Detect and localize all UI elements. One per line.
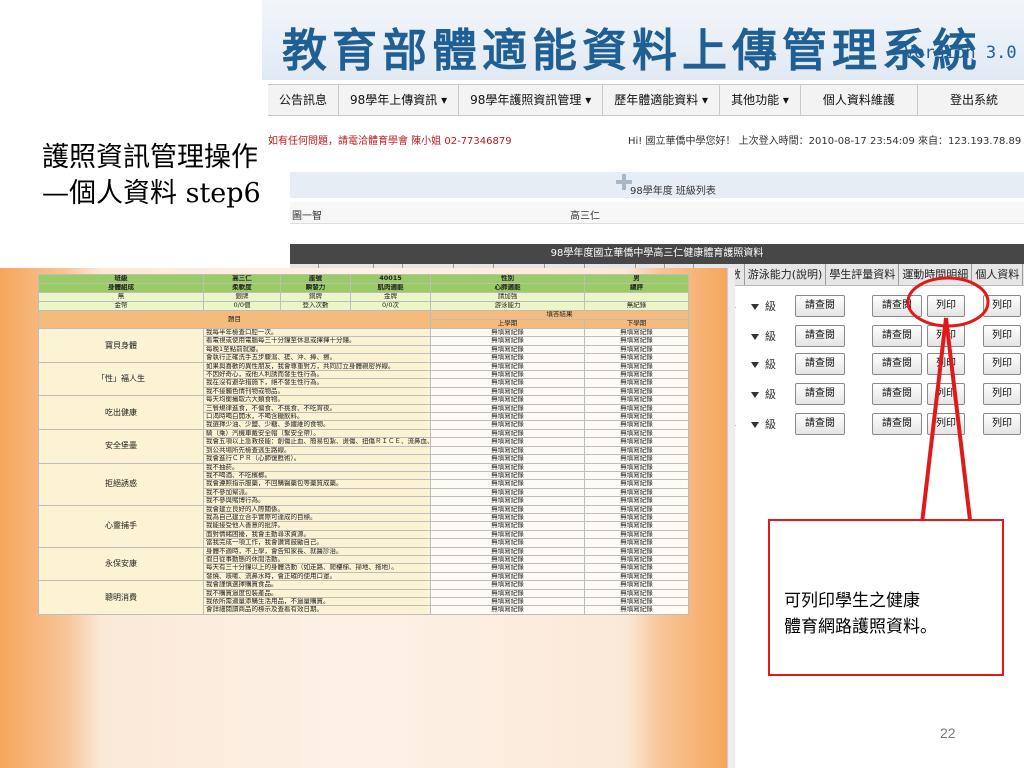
- callout-line1: 可列印學生之健康: [784, 591, 920, 611]
- pointer-line-right: [944, 317, 972, 521]
- callout-text: 可列印學生之健康 體育網路護照資料。: [784, 588, 937, 640]
- callout-line2: 體育網路護照資料。: [784, 617, 937, 637]
